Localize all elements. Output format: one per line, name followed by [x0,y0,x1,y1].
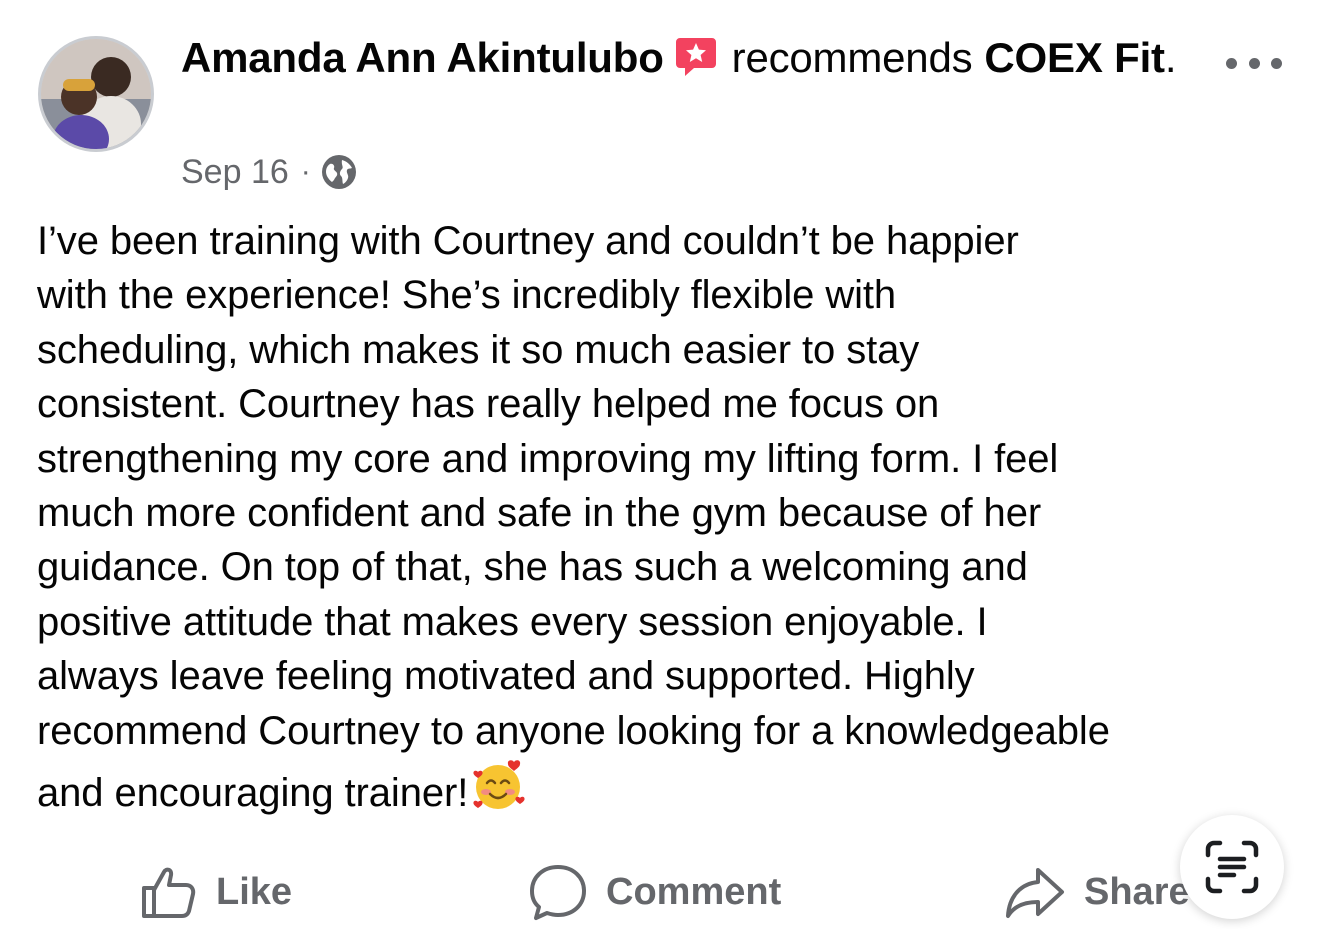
recommends-text: recommends [731,34,973,81]
comment-bubble-icon [530,865,586,920]
smiling-face-with-hearts-icon [473,760,525,810]
body-line: and encouraging trainer! [37,771,469,816]
body-line: much more confident and safe in the gym … [37,491,1042,536]
avatar-photo [41,39,151,149]
comment-button[interactable]: Comment [528,862,781,922]
post-body: I’ve been training with Courtney and cou… [37,214,1307,820]
author-name[interactable]: Amanda Ann Akintulubo [181,34,664,81]
body-line: always leave feeling motivated and suppo… [37,654,975,699]
page-name[interactable]: COEX Fit [984,34,1165,81]
comment-label: Comment [606,870,782,913]
share-arrow-icon [1006,868,1064,918]
meta-separator: · [300,155,311,188]
more-dot-icon [1271,57,1282,69]
author-avatar[interactable] [38,36,154,152]
live-text-scan-button[interactable] [1180,815,1284,919]
body-line: consistent. Courtney has really helped m… [37,382,940,427]
body-line: guidance. On top of that, she has such a… [37,545,1028,590]
post-header: Amanda Ann Akintulubo recommends COEX Fit… [181,30,1201,86]
more-dot-icon [1226,57,1237,69]
body-line: positive attitude that makes every sessi… [37,599,988,644]
share-label: Share [1084,870,1190,913]
more-dot-icon [1248,57,1260,69]
header-period: . [1164,34,1177,81]
post-meta: Sep 16 · [181,150,357,194]
body-line: scheduling, which makes it so much easie… [37,327,920,372]
thumbs-up-icon [142,867,196,918]
like-button[interactable]: Like [140,862,292,922]
post-date[interactable]: Sep 16 [181,153,289,192]
recommendation-badge-icon [675,38,716,76]
more-options-button[interactable] [1226,48,1282,78]
body-line: I’ve been training with Courtney and cou… [37,219,1019,263]
body-line: with the experience! She’s incredibly fl… [37,273,897,318]
body-line: strengthening my core and improving my l… [37,436,1059,481]
globe-icon [321,155,356,189]
like-label: Like [216,870,293,913]
text-scan-icon [1205,840,1259,894]
share-button[interactable]: Share [1004,862,1190,922]
body-line: recommend Courtney to anyone looking for… [37,708,1110,753]
